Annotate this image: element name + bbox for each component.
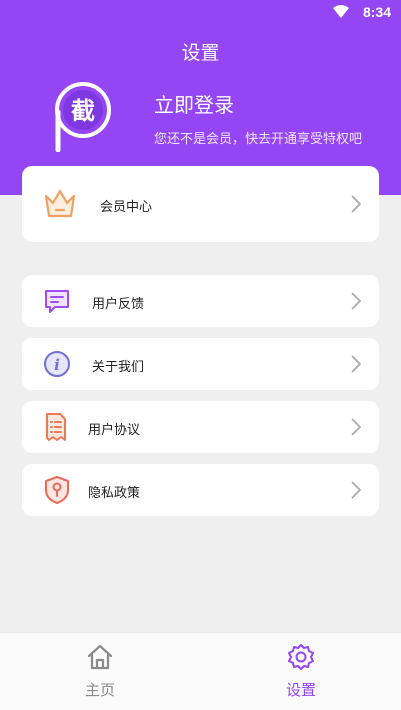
menu-item-label: 用户协议 — [88, 423, 141, 438]
gear-icon — [288, 644, 314, 670]
wifi-icon — [333, 5, 349, 18]
svg-text:i: i — [54, 356, 60, 374]
tab-home[interactable]: 主页 — [40, 633, 160, 710]
tab-settings[interactable]: 设置 — [241, 633, 361, 710]
bottom-tab-bar: 主页 设置 — [0, 632, 401, 710]
chevron-right-icon — [351, 481, 361, 499]
status-bar: 8:34 — [0, 0, 401, 26]
tab-home-label: 主页 — [84, 681, 115, 699]
logo-text: 截 — [71, 97, 95, 125]
vip-center-label: 会员中心 — [100, 200, 153, 215]
app-logo[interactable]: 截 — [50, 82, 112, 152]
home-icon — [87, 644, 113, 670]
chevron-right-icon — [351, 355, 361, 373]
login-subtitle: 您还不是会员，快去开通享受特权吧 — [154, 132, 363, 147]
status-time: 8:34 — [362, 4, 391, 20]
tab-settings-label: 设置 — [285, 681, 316, 699]
menu-item-label: 用户反馈 — [92, 297, 145, 312]
menu-item-feedback[interactable]: 用户反馈 — [22, 275, 379, 327]
chevron-right-icon — [351, 418, 361, 436]
info-icon: i — [44, 351, 70, 377]
crown-icon — [44, 189, 76, 218]
menu-item-about[interactable]: i 关于我们 — [22, 338, 379, 390]
vip-center-item[interactable]: 会员中心 — [22, 166, 379, 242]
menu-item-label: 隐私政策 — [88, 486, 141, 501]
menu-item-privacy[interactable]: 隐私政策 — [22, 464, 379, 516]
document-icon — [46, 413, 66, 441]
chevron-right-icon — [351, 292, 361, 310]
menu-item-label: 关于我们 — [92, 360, 145, 375]
page-title: 设置 — [181, 42, 220, 64]
shield-icon — [45, 476, 69, 504]
login-title[interactable]: 立即登录 — [154, 89, 234, 118]
menu-item-agreement[interactable]: 用户协议 — [22, 401, 379, 453]
chevron-right-icon — [351, 195, 361, 213]
feedback-icon — [45, 290, 69, 313]
